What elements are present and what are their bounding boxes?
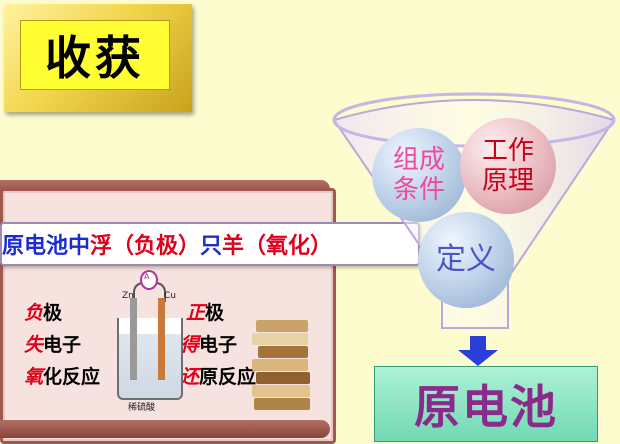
cu-label: Cu [164, 291, 176, 301]
copper-electrode [158, 298, 165, 380]
right-label-3: 还原反应 [180, 366, 257, 388]
ribbon-part-4: 羊（氧化） [222, 233, 333, 259]
ribbon-part-2: 浮（负极） [90, 233, 201, 259]
left-label-1: 负极 [24, 302, 63, 324]
working-principle-circle: 工作 原理 [460, 118, 556, 214]
ribbon-part-3: 只 [200, 233, 223, 259]
books-stack-icon [252, 320, 312, 410]
solution-label: 稀硫酸 [128, 403, 156, 413]
page-title: 收获 [45, 31, 145, 85]
meter-label: A [144, 272, 150, 281]
zinc-electrode [130, 298, 137, 380]
right-label-2: 得电子 [180, 334, 238, 356]
arrow-head-icon [458, 350, 498, 366]
left-label-2: 失电子 [24, 334, 82, 356]
left-label-3: 氧化反应 [24, 366, 101, 388]
scroll-curl-bottom [0, 420, 330, 438]
title-box: 收获 [20, 20, 170, 90]
composition-conditions-circle: 组成 条件 [372, 128, 466, 222]
right-label-1: 正极 [186, 302, 225, 324]
beaker [117, 318, 183, 400]
definition-circle: 定义 [418, 212, 514, 308]
result-box: 原电池 [374, 366, 598, 442]
result-title: 原电池 [414, 380, 558, 434]
ribbon-part-1: 原电池中 [2, 233, 91, 259]
